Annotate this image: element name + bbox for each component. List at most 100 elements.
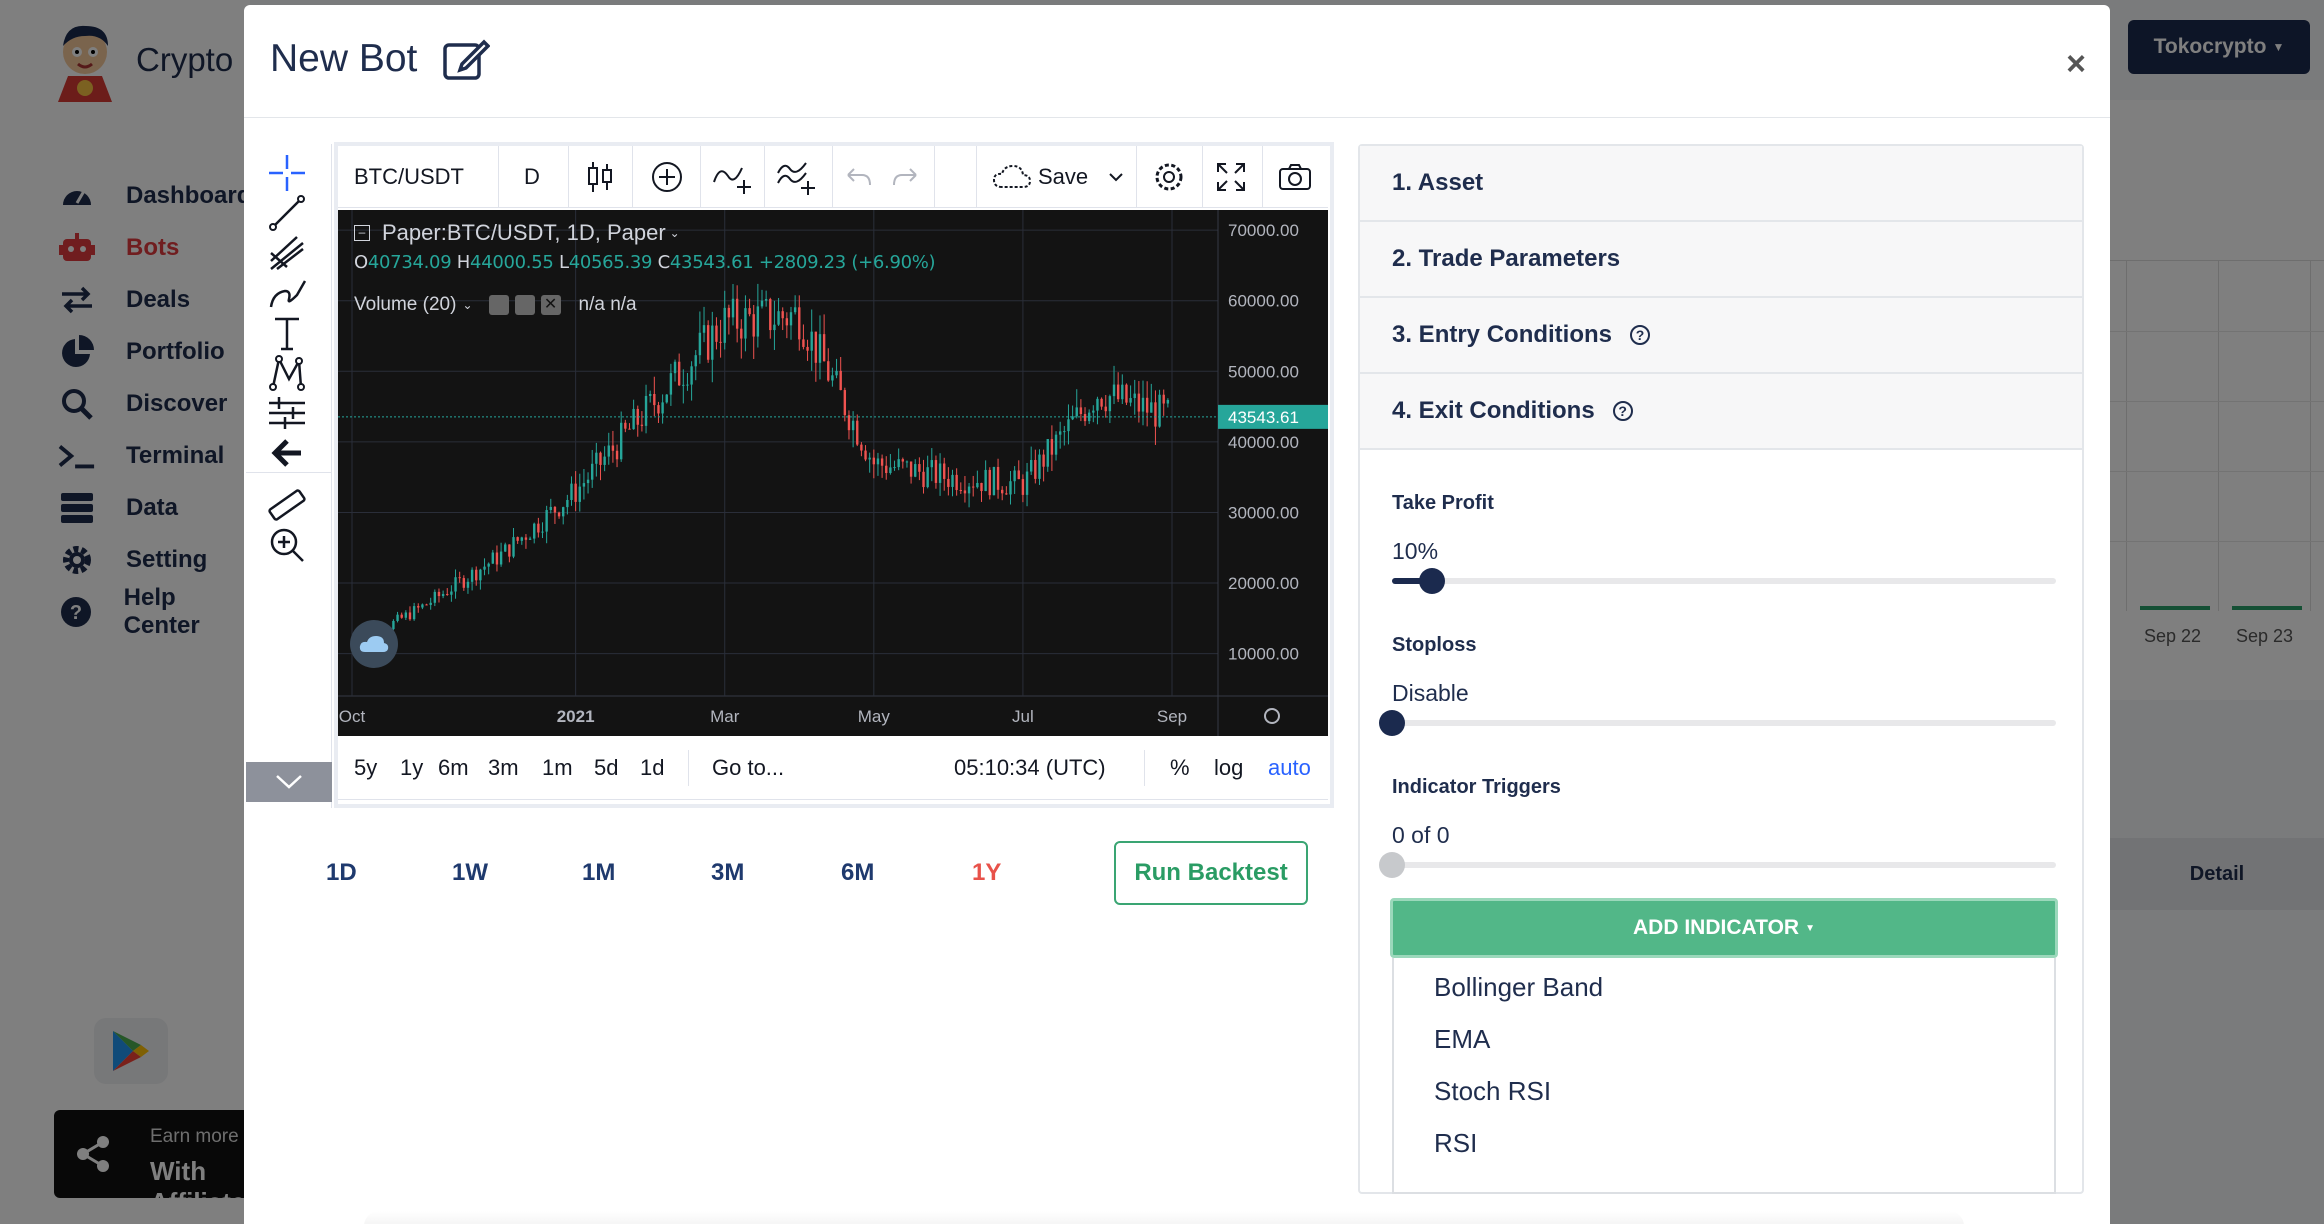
- step-exit-conditions[interactable]: 4. Exit Conditions?: [1360, 374, 2082, 450]
- indicator-option-rsi[interactable]: RSI: [1434, 1128, 1477, 1159]
- log-scale-toggle[interactable]: log: [1214, 736, 1243, 800]
- candle-body: [756, 306, 760, 337]
- stoploss-value: Disable: [1392, 680, 1469, 706]
- step-trade-parameters[interactable]: 2. Trade Parameters: [1360, 222, 2082, 298]
- chart-style-button[interactable]: [586, 146, 614, 208]
- chart-legend-title: Paper:BTC/USDT, 1D, Paper: [382, 220, 666, 245]
- candle-body: [574, 483, 577, 502]
- axis-settings-icon: [1264, 708, 1280, 724]
- take-profit-slider[interactable]: [1392, 568, 2056, 594]
- indicator-triggers-slider[interactable]: [1379, 852, 2056, 878]
- period-3m[interactable]: 3M: [711, 859, 744, 887]
- ohlc-legend: O40734.09 H44000.55 L40565.39 C43543.61 …: [354, 252, 936, 273]
- close-button[interactable]: ×: [2066, 47, 2086, 81]
- range-1m[interactable]: 1m: [542, 736, 573, 800]
- step-asset[interactable]: 1. Asset: [1360, 146, 2082, 222]
- candle-body: [1121, 384, 1124, 400]
- candle-body: [951, 474, 954, 487]
- backtest-period-bar: 1D 1W 1M 3M 6M 1Y Run Backtest: [244, 841, 1334, 911]
- ruler-icon: [268, 489, 306, 521]
- symbol-search[interactable]: BTC/USDT: [354, 146, 464, 208]
- log-label: log: [1214, 755, 1244, 780]
- candle-body: [1042, 454, 1045, 467]
- save-button[interactable]: Save: [992, 146, 1088, 208]
- gear-icon[interactable]: [514, 295, 535, 315]
- candle-body: [706, 325, 710, 360]
- period-1m[interactable]: 1M: [582, 859, 615, 887]
- candle-body: [487, 563, 490, 567]
- candle-body: [624, 422, 627, 429]
- compare-button[interactable]: [650, 146, 684, 208]
- indicators-button[interactable]: [712, 146, 752, 208]
- clock-display[interactable]: 05:10:34 (UTC): [954, 736, 1106, 800]
- legend-collapse-icon[interactable]: –: [354, 225, 370, 241]
- tradingview-logo[interactable]: [350, 620, 398, 668]
- interval-button[interactable]: D: [524, 146, 540, 208]
- indicator-triggers-handle[interactable]: [1379, 852, 1405, 878]
- range-5d[interactable]: 5d: [594, 736, 618, 800]
- period-1d[interactable]: 1D: [326, 859, 357, 887]
- candle-body: [1137, 393, 1141, 412]
- indicator-option-stoch-rsi[interactable]: Stoch RSI: [1434, 1076, 1551, 1107]
- candle-body: [566, 499, 569, 508]
- range-1d[interactable]: 1d: [640, 736, 664, 800]
- stoploss-slider[interactable]: [1379, 710, 2056, 736]
- period-1w[interactable]: 1W: [452, 859, 488, 887]
- candle-body: [860, 444, 863, 451]
- indicator-option-bollinger[interactable]: Bollinger Band: [1434, 972, 1603, 1003]
- edit-icon[interactable]: [442, 37, 490, 81]
- auto-scale-toggle[interactable]: auto: [1268, 736, 1311, 800]
- indicator-option-ema[interactable]: EMA: [1434, 1024, 1490, 1055]
- settings-button[interactable]: [1152, 146, 1186, 208]
- candle-body: [1038, 454, 1041, 479]
- eye-icon[interactable]: [488, 295, 509, 315]
- zoom-tool[interactable]: [264, 522, 310, 568]
- caret-down-icon: ▼: [1805, 922, 1815, 934]
- period-1y[interactable]: 1Y: [972, 859, 1001, 887]
- range-5y[interactable]: 5y: [354, 736, 377, 800]
- candle-body: [897, 459, 900, 468]
- brush-icon: [269, 280, 307, 308]
- screenshot-button[interactable]: [1278, 146, 1312, 208]
- candle-body: [433, 591, 437, 603]
- candle-body: [831, 375, 834, 381]
- range-1y[interactable]: 1y: [400, 736, 423, 800]
- candle-body: [926, 467, 929, 488]
- candle-body: [421, 604, 424, 608]
- range-3m[interactable]: 3m: [488, 736, 519, 800]
- candle-body: [827, 361, 830, 381]
- undo-button[interactable]: [846, 146, 872, 208]
- close-icon[interactable]: ✕: [540, 295, 561, 315]
- help-circle-icon[interactable]: ?: [1612, 401, 1633, 421]
- stoploss-handle[interactable]: [1379, 710, 1405, 736]
- candle-body: [640, 424, 644, 426]
- candle-body: [748, 308, 751, 315]
- save-menu-button[interactable]: [1108, 146, 1124, 208]
- period-6m[interactable]: 6M: [841, 859, 874, 887]
- candle-body: [744, 308, 747, 339]
- step-entry-conditions[interactable]: 3. Entry Conditions?: [1360, 298, 2082, 374]
- range-6m[interactable]: 6m: [438, 736, 469, 800]
- range-label: 5y: [354, 755, 378, 780]
- take-profit-handle[interactable]: [1418, 568, 1445, 594]
- fullscreen-button[interactable]: [1216, 146, 1246, 208]
- candle-body: [760, 300, 764, 307]
- trendline-icon: [269, 195, 305, 231]
- candle-body: [777, 311, 780, 325]
- help-circle-icon[interactable]: ?: [1630, 325, 1651, 345]
- templates-button[interactable]: [776, 146, 816, 208]
- chevron-down-icon[interactable]: ⌄: [670, 226, 680, 240]
- chevron-down-icon[interactable]: ⌄: [462, 298, 472, 312]
- goto-button[interactable]: Go to...: [712, 736, 784, 800]
- volume-label: Volume (20): [354, 294, 457, 315]
- candle-body: [599, 452, 602, 465]
- take-profit-label: Take Profit: [1392, 492, 1494, 514]
- run-backtest-button[interactable]: Run Backtest: [1114, 841, 1308, 905]
- add-indicator-button[interactable]: ADD INDICATOR ▼: [1390, 898, 2058, 958]
- candle-body: [1067, 419, 1070, 432]
- back-tool[interactable]: [264, 430, 310, 476]
- toolbar-collapse-button[interactable]: [246, 762, 332, 802]
- percent-scale-toggle[interactable]: %: [1170, 736, 1190, 800]
- price-chart[interactable]: 70000.00 60000.00 50000.00 40000.00 30000.00…: [338, 210, 1328, 736]
- redo-button[interactable]: [892, 146, 918, 208]
